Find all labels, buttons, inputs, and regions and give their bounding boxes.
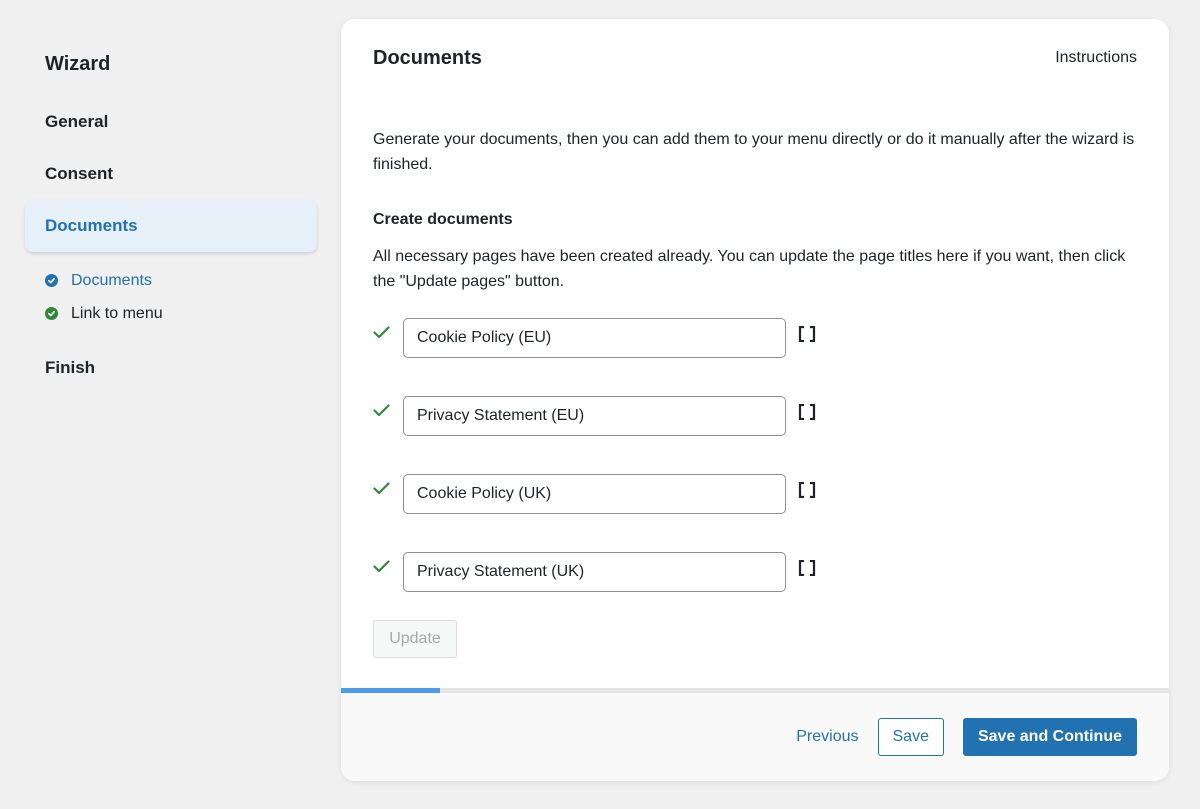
document-title-input[interactable] (403, 474, 786, 514)
section-title: Create documents (373, 211, 513, 228)
save-and-continue-button[interactable]: Save and Continue (962, 718, 1137, 756)
save-button[interactable]: Save (877, 718, 944, 756)
shortcode-icon[interactable] (798, 474, 818, 514)
document-row (373, 474, 1137, 514)
checkmark-icon (373, 318, 403, 358)
check-circle-icon (45, 307, 58, 320)
card-footer: Previous Save Save and Continue (341, 693, 1169, 781)
instructions-link[interactable]: Instructions (1055, 49, 1137, 67)
document-list (373, 318, 1137, 592)
section-description: All necessary pages have been created al… (373, 248, 1126, 290)
check-circle-icon (45, 274, 58, 287)
page-title: Documents (373, 46, 482, 69)
wizard-sidebar: Wizard General Consent Documents Documen… (25, 40, 317, 394)
sidebar-item-finish[interactable]: Finish (25, 342, 317, 394)
shortcode-icon[interactable] (798, 552, 818, 592)
document-row (373, 318, 1137, 358)
card-body: Generate your documents, then you can ad… (373, 127, 1137, 658)
document-title-input[interactable] (403, 396, 786, 436)
card-header: Documents Instructions (373, 45, 1137, 71)
sidebar-item-consent[interactable]: Consent (25, 148, 317, 200)
intro-text: Generate your documents, then you can ad… (373, 131, 1135, 173)
sidebar-title: Wizard (45, 53, 111, 75)
sidebar-item-general[interactable]: General (25, 96, 317, 148)
document-row (373, 552, 1137, 592)
shortcode-icon[interactable] (798, 396, 818, 436)
previous-button[interactable]: Previous (796, 728, 858, 746)
shortcode-icon[interactable] (798, 318, 818, 358)
documents-subnav: Documents Link to menu (25, 264, 317, 330)
checkmark-icon (373, 552, 403, 592)
wizard-card: Documents Instructions Generate your doc… (341, 19, 1169, 781)
document-row (373, 396, 1137, 436)
subnav-item-link-to-menu[interactable]: Link to menu (45, 297, 317, 330)
document-title-input[interactable] (403, 552, 786, 592)
update-button[interactable]: Update (373, 620, 457, 658)
checkmark-icon (373, 474, 403, 514)
subnav-item-documents[interactable]: Documents (45, 264, 317, 297)
subnav-item-label: Link to menu (71, 304, 163, 322)
checkmark-icon (373, 396, 403, 436)
document-title-input[interactable] (403, 318, 786, 358)
subnav-item-label: Documents (71, 271, 152, 289)
sidebar-item-documents[interactable]: Documents (25, 200, 317, 252)
